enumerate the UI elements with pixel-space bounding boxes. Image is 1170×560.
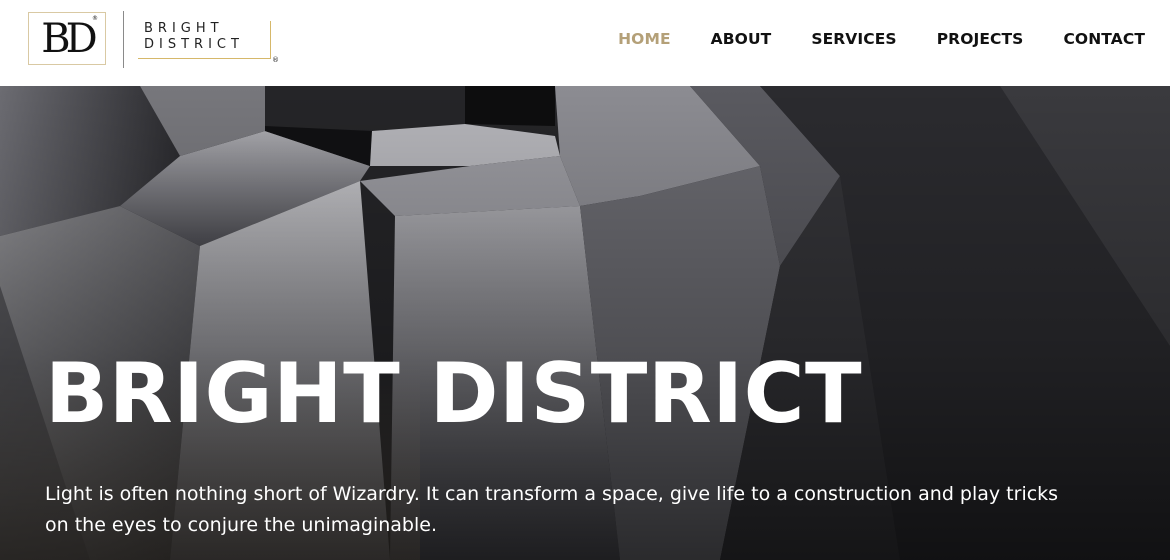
main-nav: HOME ABOUT SERVICES PROJECTS CONTACT [578, 29, 1145, 49]
nav-item-projects[interactable]: PROJECTS [937, 29, 1024, 49]
logo-monogram-text: BD [41, 16, 98, 62]
brand-logo[interactable]: BD ® BRIGHT DISTRICT ® [28, 11, 280, 69]
site-header: BD ® BRIGHT DISTRICT ® HOME ABOUT SERVIC… [0, 0, 1170, 86]
hero-section: BRIGHT DISTRICT Light is often nothing s… [0, 86, 1170, 560]
logo-wordmark: BRIGHT DISTRICT ® [138, 21, 279, 64]
nav-item-about[interactable]: ABOUT [711, 29, 772, 49]
hero-description: Light is often nothing short of Wizardry… [45, 483, 1059, 536]
nav-item-home[interactable]: HOME [618, 29, 671, 49]
logo-monogram: BD ® [28, 12, 106, 65]
logo-word-line2: DISTRICT [144, 37, 244, 52]
nav-item-contact[interactable]: CONTACT [1063, 29, 1145, 49]
logo-divider [123, 11, 124, 68]
logo-word-line1: BRIGHT [144, 21, 224, 36]
hero-title: BRIGHT DISTRICT [45, 345, 863, 442]
logo-word-registered-mark: ® [272, 56, 279, 64]
nav-item-services[interactable]: SERVICES [811, 29, 896, 49]
logo-registered-mark: ® [92, 15, 98, 22]
